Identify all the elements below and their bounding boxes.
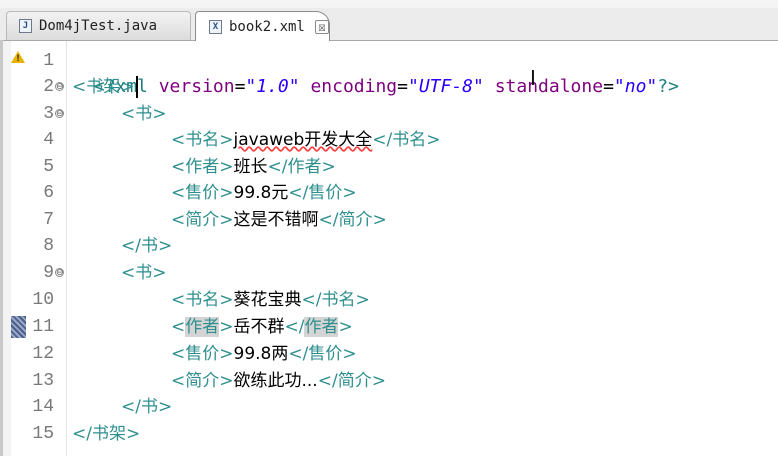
attr-value: "UTF-8"	[408, 76, 484, 97]
tab-label: book2.xml	[229, 18, 305, 35]
gt-bracket: >	[338, 317, 353, 337]
equals-sign: =	[603, 76, 614, 97]
equals-sign: =	[397, 76, 408, 97]
intro-text: 这是不错啊	[233, 210, 319, 230]
overview-ruler	[3, 41, 11, 456]
attr-value: "1.0"	[245, 76, 300, 97]
code-line-5[interactable]: <作者>班长</作者>	[171, 154, 336, 180]
occurrence-marker-icon[interactable]	[11, 316, 26, 338]
line-number: 13	[32, 371, 54, 391]
collapse-fold-icon[interactable]: ⊖	[55, 109, 64, 119]
java-file-icon: J	[19, 19, 32, 33]
price-open-tag: <售价>	[171, 183, 234, 203]
line-number: 2	[43, 77, 54, 97]
line-number: 8	[43, 236, 54, 256]
author-text: 岳不群	[233, 317, 285, 337]
book-name-text: 葵花宝典	[233, 290, 302, 310]
name-close-tag: </书名>	[301, 290, 370, 310]
price-close-tag: </售价>	[288, 344, 357, 364]
line-number: 6	[43, 183, 54, 203]
name-open-tag: <书名>	[171, 290, 234, 310]
code-line-4[interactable]: <书名>javaweb开发大全</书名>	[171, 127, 441, 153]
equals-sign: =	[234, 76, 246, 97]
book-open-tag: <书>	[121, 104, 167, 124]
line-number: 7	[43, 210, 54, 230]
tab-book2-xml[interactable]: X book2.xml ☒	[195, 11, 330, 41]
book-close-tag: </书>	[121, 397, 173, 417]
root-close-tag: </书架>	[72, 424, 141, 444]
price-text: 99.8两	[233, 344, 289, 364]
lt-bracket: <	[171, 317, 186, 337]
author-tag-name-highlight: 作者	[185, 317, 220, 337]
code-line-13[interactable]: <简介>欲练此功...</简介>	[171, 368, 386, 394]
tab-label: Dom4jTest.java	[39, 18, 158, 34]
author-text: 班长	[233, 157, 268, 177]
name-close-tag: </书名>	[372, 130, 441, 150]
author-open-tag: <作者>	[171, 157, 234, 177]
xml-decl-close: ?>	[657, 76, 679, 97]
collapse-fold-icon[interactable]: ⊖	[55, 82, 64, 92]
line-number: 14	[32, 397, 54, 417]
code-line-12[interactable]: <售价>99.8两</售价>	[171, 341, 357, 367]
line-number: 11	[32, 317, 54, 337]
price-open-tag: <售价>	[171, 344, 234, 364]
intro-open-tag: <简介>	[171, 371, 234, 391]
code-line-1[interactable]: <?xml version="1.0" encoding="UTF-8" sta…	[72, 48, 679, 97]
line-number: 5	[43, 157, 54, 177]
attr-name: standalone	[494, 76, 604, 97]
code-line-14[interactable]: </书>	[121, 394, 172, 420]
text-caret	[135, 76, 138, 98]
code-line-8[interactable]: </书>	[121, 233, 172, 259]
author-close-tag: </作者>	[267, 157, 336, 177]
attr-name: encoding	[310, 76, 398, 97]
line-number: 1	[43, 51, 54, 71]
attr-name: version	[158, 76, 235, 97]
mouse-ibeam-cursor-icon: I	[530, 66, 536, 90]
intro-text: 欲练此功...	[233, 371, 318, 391]
book-name-text: javaweb开发大全	[233, 130, 373, 150]
line-number: 15	[32, 424, 54, 444]
gutter-divider	[66, 41, 67, 456]
intro-close-tag: </简介>	[318, 210, 387, 230]
code-line-15[interactable]: </书架>	[72, 421, 140, 447]
line-number: 4	[43, 130, 54, 150]
book-open-tag: <书>	[121, 263, 167, 283]
price-text: 99.8元	[233, 183, 289, 203]
code-line-9[interactable]: <书>	[121, 260, 167, 286]
code-line-2[interactable]: <书架>	[72, 74, 138, 100]
gt-bracket: >	[219, 317, 234, 337]
author-tag-name-highlight: 作者	[304, 317, 339, 337]
code-line-7[interactable]: <简介>这是不错啊</简介>	[171, 207, 387, 233]
tab-dom4jtest-java[interactable]: J Dom4jTest.java	[6, 11, 191, 40]
close-tab-icon[interactable]: ☒	[314, 19, 329, 34]
code-line-6[interactable]: <售价>99.8元</售价>	[171, 180, 357, 206]
line-number: 10	[32, 290, 54, 310]
collapse-fold-icon[interactable]: ⊖	[55, 268, 64, 278]
code-line-11[interactable]: <作者>岳不群</作者>	[171, 314, 353, 340]
name-open-tag: <书名>	[171, 130, 234, 150]
lt-slash-bracket: </	[284, 317, 305, 337]
line-number: 12	[32, 344, 54, 364]
attr-value: "no"	[613, 76, 658, 97]
xml-file-icon: X	[209, 19, 222, 34]
root-open-tag: <书架>	[72, 77, 135, 97]
intro-open-tag: <简介>	[171, 210, 234, 230]
line-number: 9	[43, 263, 54, 283]
price-close-tag: </售价>	[288, 183, 357, 203]
book-close-tag: </书>	[121, 236, 173, 256]
code-line-3[interactable]: <书>	[121, 101, 167, 127]
code-line-10[interactable]: <书名>葵花宝典</书名>	[171, 287, 370, 313]
line-number: 3	[43, 104, 54, 124]
intro-close-tag: </简介>	[317, 371, 386, 391]
warning-mark: !	[16, 54, 21, 64]
